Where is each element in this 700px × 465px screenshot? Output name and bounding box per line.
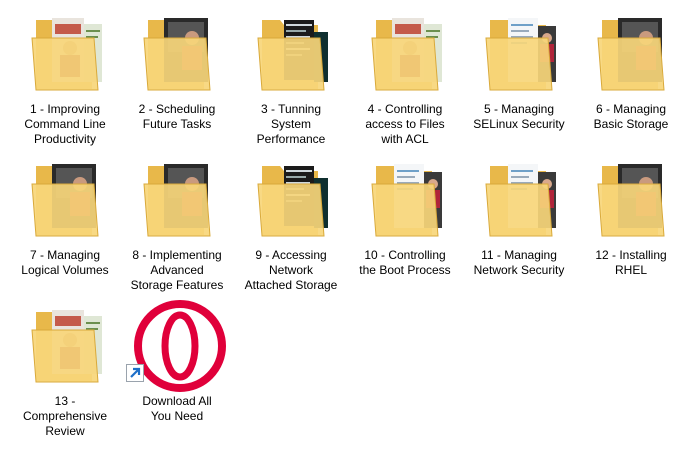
folder-label: 10 - Controlling the Boot Process (359, 248, 451, 277)
folder-item[interactable]: 9 - Accessing Network Attached Storage (236, 154, 346, 300)
folder-label: 6 - Managing Basic Storage (593, 102, 669, 131)
folder-label: 7 - Managing Logical Volumes (21, 248, 109, 277)
folder-item[interactable]: 6 - Managing Basic Storage (576, 8, 686, 154)
folder-item[interactable]: 11 - Managing Network Security (464, 154, 574, 300)
folder-icon (576, 8, 686, 100)
folder-icon (576, 154, 686, 246)
folder-icon (236, 154, 346, 246)
folder-label: 8 - Implementing Advanced Storage Featur… (130, 248, 224, 292)
folder-icon (10, 300, 120, 392)
folder-label: 9 - Accessing Network Attached Storage (244, 248, 338, 292)
folder-label: 4 - Controlling access to Files with ACL (365, 102, 445, 146)
folder-item[interactable]: 10 - Controlling the Boot Process (350, 154, 460, 300)
folder-label: 2 - Scheduling Future Tasks (138, 102, 216, 131)
folder-icon (464, 8, 574, 100)
folder-label: 13 - Comprehensive Review (22, 394, 108, 438)
folder-label: 12 - Installing RHEL (595, 248, 667, 277)
folder-icon (10, 154, 120, 246)
shortcut-arrow-icon (126, 364, 144, 382)
folder-item[interactable]: 5 - Managing SELinux Security (464, 8, 574, 154)
desktop-icon-grid: 1 - Improving Command Line Productivity … (0, 0, 700, 465)
folder-label: 3 - Tunning System Performance (256, 102, 326, 146)
folder-item[interactable]: 2 - Scheduling Future Tasks (122, 8, 232, 154)
folder-icon (10, 8, 120, 100)
folder-label: 5 - Managing SELinux Security (473, 102, 565, 131)
folder-item[interactable]: 3 - Tunning System Performance (236, 8, 346, 154)
folder-label: 1 - Improving Command Line Productivity (24, 102, 106, 146)
folder-item[interactable]: 4 - Controlling access to Files with ACL (350, 8, 460, 154)
folder-icon (122, 8, 232, 100)
folder-item[interactable]: 1 - Improving Command Line Productivity (10, 8, 120, 154)
folder-item[interactable]: 12 - Installing RHEL (576, 154, 686, 300)
folder-item[interactable]: 8 - Implementing Advanced Storage Featur… (122, 154, 232, 300)
shortcut-label: Download All You Need (142, 394, 212, 423)
folder-label: 11 - Managing Network Security (473, 248, 565, 277)
opera-gx-icon (122, 300, 232, 392)
folder-item[interactable]: 7 - Managing Logical Volumes (10, 154, 120, 300)
folder-icon (350, 8, 460, 100)
folder-icon (350, 154, 460, 246)
folder-icon (236, 8, 346, 100)
folder-icon (464, 154, 574, 246)
folder-item[interactable]: 13 - Comprehensive Review (10, 300, 120, 446)
shortcut-download-all[interactable]: Download All You Need (122, 300, 232, 446)
folder-icon (122, 154, 232, 246)
